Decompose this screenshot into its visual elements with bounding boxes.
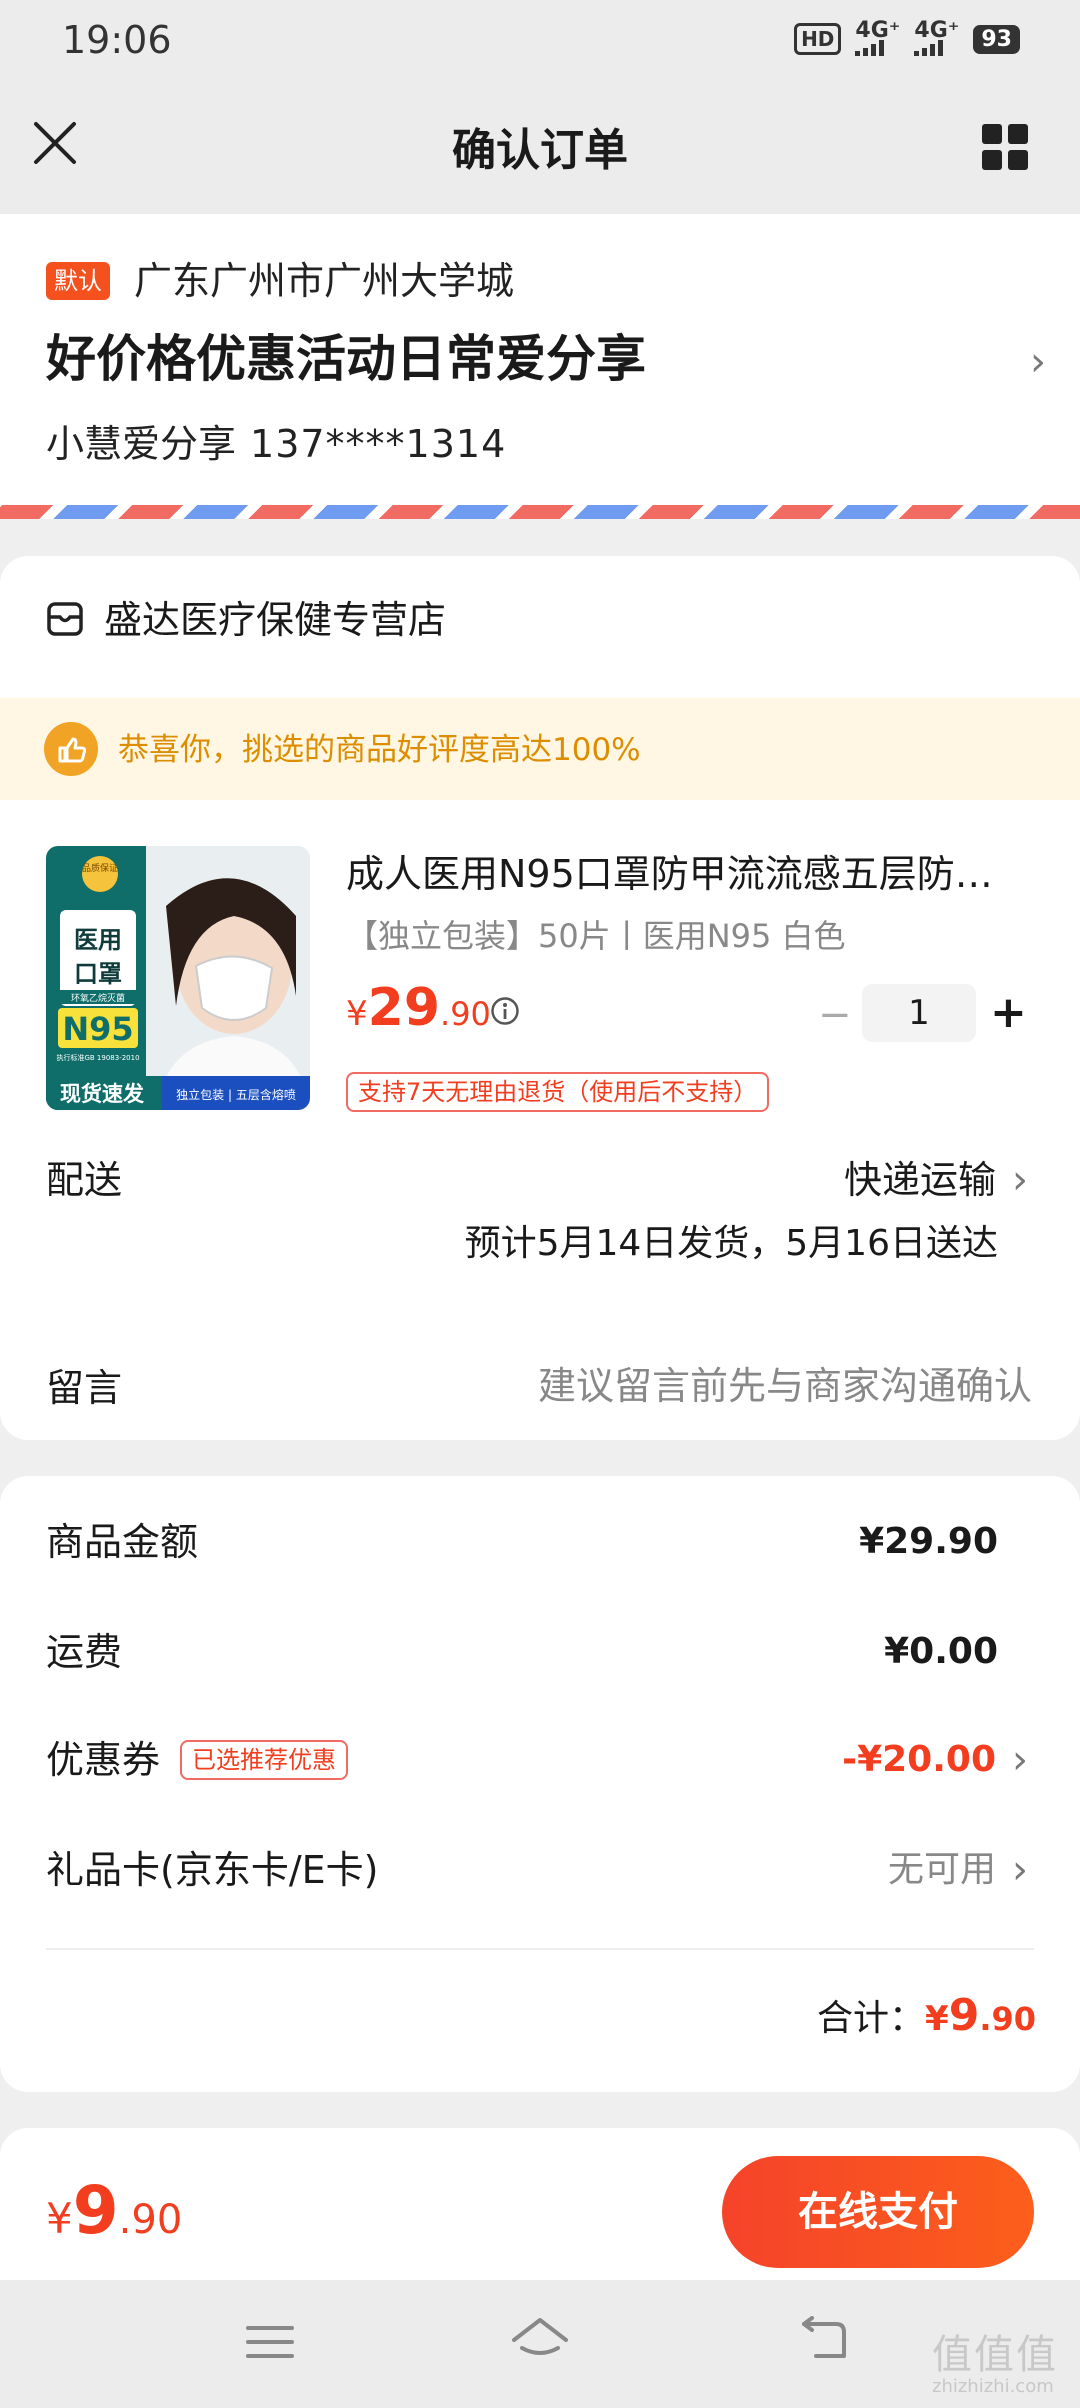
quantity-decrease-button[interactable]: − [818, 995, 852, 1035]
address-stripe [0, 505, 1080, 519]
giftcard-value: 无可用 [887, 1849, 996, 1890]
status-time: 19:06 [62, 18, 172, 62]
pay-total: ¥9.90 [46, 2172, 183, 2249]
signal-icon: 4G⁺ [855, 20, 900, 56]
page-title: 确认订单 [452, 125, 628, 176]
delivery-eta: 预计5月14日发货，5月16日送达 [464, 1223, 998, 1264]
contact-phone: 137****1314 [250, 422, 507, 466]
grid-menu-icon[interactable] [982, 124, 1028, 170]
product-price: ¥29.90 [346, 978, 491, 1038]
delivery-method: 快递运输 [843, 1158, 996, 1202]
message-input[interactable]: 建议留言前先与商家沟通确认 [538, 1356, 1032, 1416]
default-tag: 默认 [46, 262, 110, 300]
product-image-sub: 环氧乙烷灭菌 [71, 992, 125, 1004]
status-icons: HD 4G⁺ 4G⁺ 93 [794, 20, 1020, 56]
home-icon[interactable] [508, 2314, 572, 2366]
product-image-n95: N95 [62, 1010, 133, 1048]
product-image-bottom-right: 独立包装 | 五层含熔喷 [176, 1087, 296, 1102]
return-policy-tag: 支持7天无理由退货（使用后不支持） [346, 1072, 770, 1112]
battery-icon: 93 [973, 24, 1020, 54]
summary-divider [46, 1948, 1034, 1950]
close-icon[interactable] [30, 118, 80, 168]
coupon-label: 优惠券 [46, 1738, 161, 1782]
giftcard-row[interactable]: 无可用 › [888, 1840, 1028, 1900]
coupon-tag: 已选推荐优惠 [180, 1740, 348, 1780]
giftcard-label: 礼品卡(京东卡/E卡) [46, 1848, 379, 1892]
chevron-right-icon: › [1012, 1737, 1028, 1783]
address-region: 广东广州市广州大学城 [134, 259, 515, 303]
freight-label: 运费 [46, 1630, 123, 1674]
coupon-value: -¥20.00 [842, 1739, 996, 1780]
store-name[interactable]: 盛达医疗保健专营店 [104, 590, 446, 650]
store-icon [47, 602, 83, 636]
watermark-logo: 值值值 [932, 2332, 1058, 2378]
contact-name: 小慧爱分享 [46, 422, 237, 466]
product-image[interactable]: 品质保证 医用 口罩 环氧乙烷灭菌 N95 执行标准GB 19083-2010 … [46, 846, 310, 1110]
hd-icon: HD [794, 23, 842, 55]
coupon-row[interactable]: -¥20.00 › [842, 1730, 1028, 1790]
praise-text: 恭喜你，挑选的商品好评度高达100% [118, 732, 641, 768]
product-image-line2: 口罩 [74, 960, 122, 988]
thumbs-up-icon [44, 722, 98, 776]
delivery-label: 配送 [46, 1158, 123, 1202]
address-title: 好价格优惠活动日常爱分享 [46, 330, 646, 388]
goods-amount-value: ¥29.90 [859, 1521, 998, 1562]
product-image-std: 执行标准GB 19083-2010 [56, 1053, 139, 1062]
signal-icon-2: 4G⁺ [914, 20, 959, 56]
product-image-bottom-left: 现货速发 [60, 1082, 145, 1106]
goods-amount-label: 商品金额 [46, 1520, 199, 1564]
chevron-right-icon: › [1012, 1847, 1028, 1893]
quantity-input[interactable]: 1 [862, 984, 976, 1042]
product-spec[interactable]: 【独立包装】50片丨医用N95 白色 [346, 910, 846, 962]
product-title[interactable]: 成人医用N95口罩防甲流流感五层防护一次性口罩 [346, 848, 1026, 900]
pay-online-button[interactable]: 在线支付 [722, 2156, 1034, 2268]
back-icon[interactable] [796, 2316, 850, 2364]
quantity-increase-button[interactable]: + [990, 990, 1027, 1036]
info-icon[interactable] [490, 996, 520, 1026]
delivery-method-row[interactable]: 快递运输 › [844, 1150, 1028, 1210]
message-label: 留言 [46, 1366, 123, 1410]
address-contact: 小慧爱分享 137****1314 [46, 414, 506, 474]
chevron-right-icon[interactable]: › [1030, 342, 1046, 382]
total-label: 合计： [817, 1998, 926, 2039]
menu-icon[interactable] [244, 2322, 296, 2362]
freight-value: ¥0.00 [884, 1631, 998, 1672]
chevron-right-icon: › [1012, 1157, 1028, 1203]
product-image-badge: 品质保证 [82, 862, 118, 874]
watermark-site: zhizhizhi.com [932, 2376, 1054, 2397]
total-row: 合计：¥9.90 [817, 1990, 1036, 2041]
product-image-line1: 医用 [74, 926, 122, 954]
